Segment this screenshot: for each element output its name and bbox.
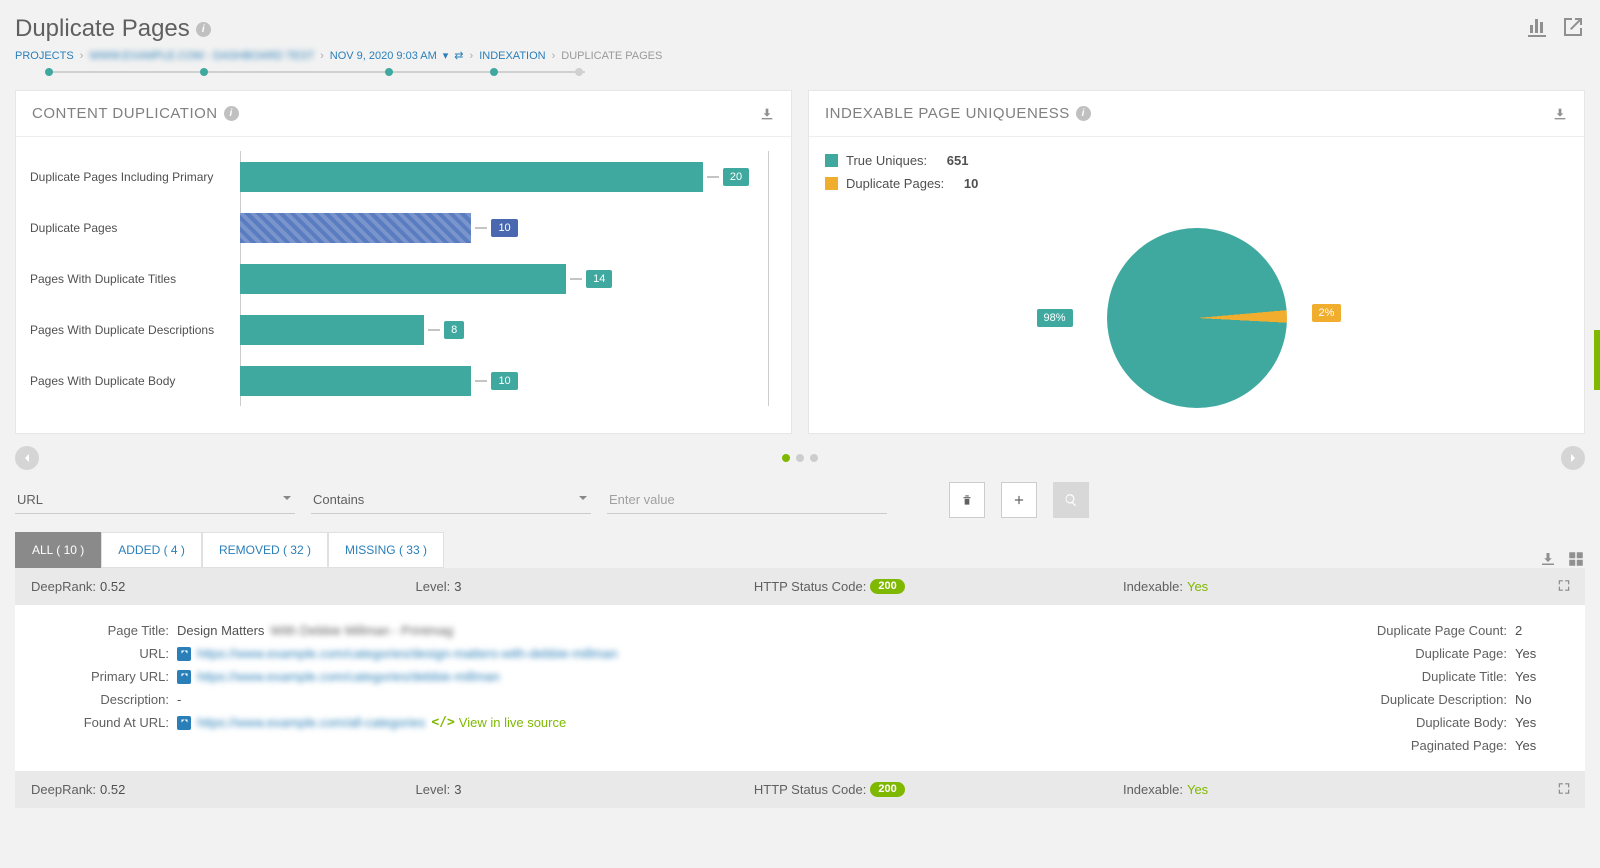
bar-chart: Duplicate Pages Including Primary 20 Dup…	[16, 137, 791, 420]
tabs: ALL ( 10 ) ADDED ( 4 ) REMOVED ( 32 ) MI…	[15, 532, 444, 568]
prev-button[interactable]	[15, 446, 39, 470]
result-detail: Page Title:Design Matters With Debbie Mi…	[15, 605, 1585, 771]
legend-item: True Uniques: 651	[825, 153, 1568, 168]
tab-all[interactable]: ALL ( 10 )	[15, 532, 101, 568]
side-handle[interactable]	[1594, 330, 1600, 390]
breadcrumb-projects[interactable]: PROJECTS	[15, 50, 74, 62]
bar-label: Pages With Duplicate Body	[30, 374, 240, 388]
card-title: CONTENT DUPLICATION i	[32, 105, 239, 122]
status-badge: 200	[870, 782, 904, 797]
pie-chart: 98% 2%	[809, 203, 1584, 433]
search-button[interactable]	[1053, 482, 1089, 518]
external-link-icon[interactable]	[177, 647, 191, 661]
chevron-down-icon	[577, 492, 589, 504]
bar-value: 14	[586, 270, 612, 288]
result-row[interactable]: DeepRank:0.52 Level:3 HTTP Status Code:2…	[15, 771, 1585, 808]
url-link[interactable]: https://www.example.com/categories/desig…	[197, 646, 618, 661]
card-title: INDEXABLE PAGE UNIQUENESS i	[825, 105, 1091, 122]
bar-value: 20	[723, 168, 749, 186]
carousel-dots	[782, 454, 818, 462]
info-icon[interactable]: i	[224, 106, 239, 121]
view-source-link[interactable]: </>View in live source	[431, 715, 566, 730]
pie-label-main: 98%	[1037, 309, 1073, 327]
tab-added[interactable]: ADDED ( 4 )	[101, 532, 202, 568]
filter-operator-select[interactable]: Contains	[311, 486, 591, 514]
info-icon[interactable]: i	[1076, 106, 1091, 121]
result-row[interactable]: DeepRank:0.52 Level:3 HTTP Status Code:2…	[15, 568, 1585, 605]
chevron-right-icon: ›	[552, 50, 556, 62]
bar-value: 10	[491, 372, 517, 390]
download-icon[interactable]	[1539, 550, 1557, 568]
bar-label[interactable]: Duplicate Pages	[30, 221, 240, 235]
delete-filter-button[interactable]	[949, 482, 985, 518]
bar-label: Pages With Duplicate Descriptions	[30, 323, 240, 337]
share-icon[interactable]	[1561, 15, 1585, 39]
bar-label: Duplicate Pages Including Primary	[30, 170, 240, 184]
tab-removed[interactable]: REMOVED ( 32 )	[202, 532, 328, 568]
download-icon[interactable]	[759, 106, 775, 122]
chevron-right-icon: ›	[80, 50, 84, 62]
status-badge: 200	[870, 579, 904, 594]
page-title-text: Duplicate Pages	[15, 15, 190, 43]
url-link[interactable]: https://www.example.com/all-categories	[197, 715, 425, 730]
grid-view-icon[interactable]	[1567, 550, 1585, 568]
legend-swatch	[825, 177, 838, 190]
dot[interactable]	[810, 454, 818, 462]
chevron-right-icon: ›	[320, 50, 324, 62]
download-icon[interactable]	[1552, 106, 1568, 122]
breadcrumb-project[interactable]: www.example.com - dashboard test	[89, 50, 314, 62]
chevron-right-icon: ›	[470, 50, 474, 62]
url-link[interactable]: https://www.example.com/categories/debbi…	[197, 669, 500, 684]
filter-field-select[interactable]: URL	[15, 486, 295, 514]
breadcrumb-indexation[interactable]: INDEXATION	[479, 50, 545, 62]
tab-missing[interactable]: MISSING ( 33 )	[328, 532, 444, 568]
next-button[interactable]	[1561, 446, 1585, 470]
external-link-icon[interactable]	[177, 670, 191, 684]
breadcrumb-timestamp[interactable]: NOV 9, 2020 9:03 AM	[330, 50, 437, 62]
content-duplication-card: CONTENT DUPLICATION i Duplicate Pages In…	[15, 90, 792, 434]
legend-swatch	[825, 154, 838, 167]
breadcrumb: PROJECTS › www.example.com - dashboard t…	[15, 49, 662, 62]
pie-label-slice: 2%	[1312, 304, 1342, 322]
legend-item: Duplicate Pages: 10	[825, 176, 1568, 191]
bar-value: 10	[491, 219, 517, 237]
page-title: Duplicate Pages i	[15, 15, 662, 43]
chevron-down-icon	[281, 492, 293, 504]
uniqueness-card: INDEXABLE PAGE UNIQUENESS i True Uniques…	[808, 90, 1585, 434]
code-icon: </>	[431, 715, 454, 730]
dot[interactable]	[782, 454, 790, 462]
legend: True Uniques: 651 Duplicate Pages: 10	[809, 137, 1584, 203]
add-filter-button[interactable]	[1001, 482, 1037, 518]
expand-icon[interactable]	[1557, 578, 1571, 595]
filter-value-input[interactable]	[607, 486, 887, 514]
bar-label: Pages With Duplicate Titles	[30, 272, 240, 286]
dot[interactable]	[796, 454, 804, 462]
dropdown-caret-icon[interactable]: ▾	[443, 49, 449, 62]
bar-chart-icon[interactable]	[1525, 15, 1549, 39]
bar-value: 8	[444, 321, 464, 339]
expand-icon[interactable]	[1557, 781, 1571, 798]
breadcrumb-current: DUPLICATE PAGES	[561, 50, 662, 62]
external-link-icon[interactable]	[177, 716, 191, 730]
swap-icon[interactable]: ⇄	[454, 49, 463, 62]
progress-indicator	[15, 66, 662, 78]
info-icon[interactable]: i	[196, 22, 211, 37]
